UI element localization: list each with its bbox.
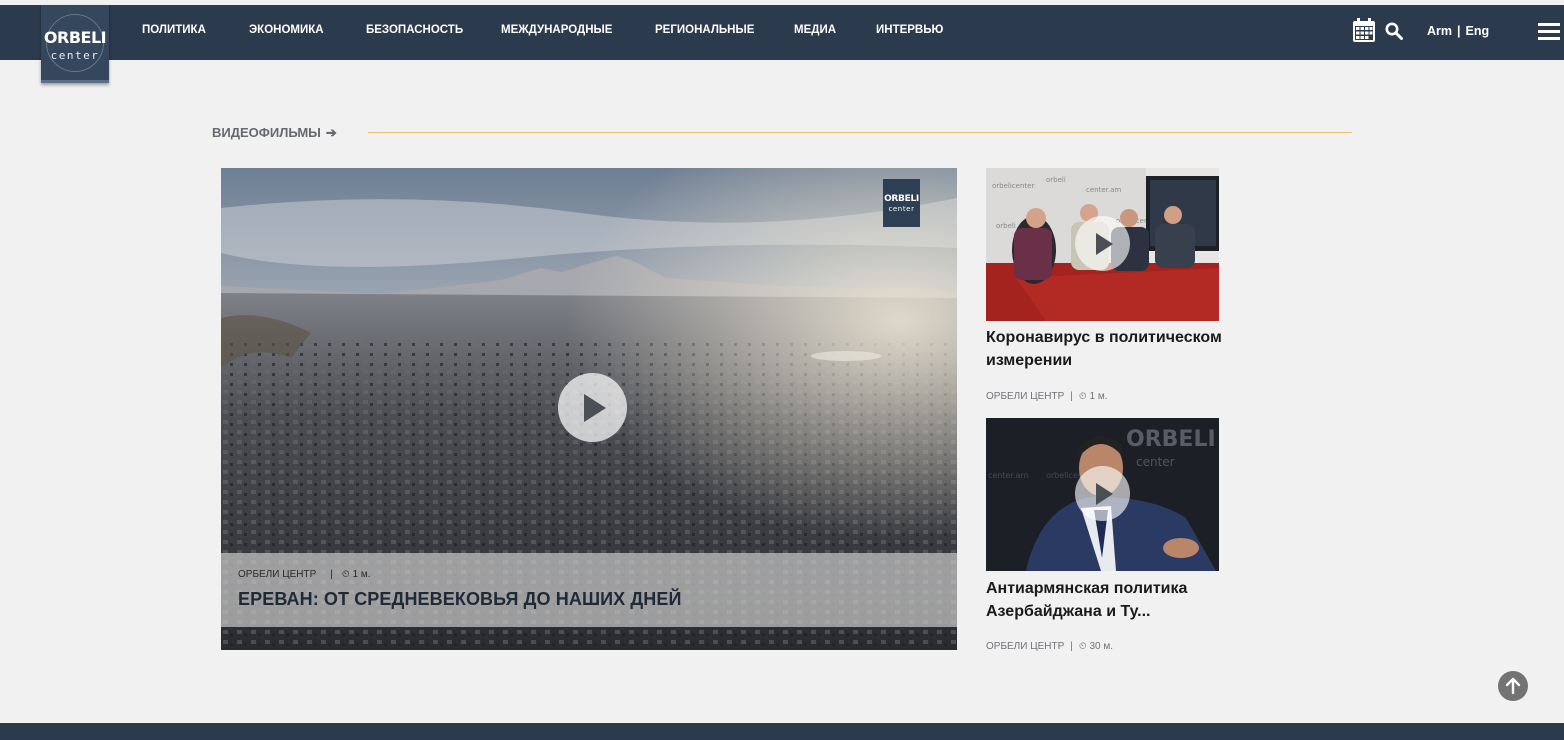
lang-eng-link[interactable]: Eng <box>1466 24 1490 38</box>
video-card-thumbnail[interactable]: ORBELI center center.am orbelicenter.am <box>986 418 1219 571</box>
meta-separator: | <box>1070 641 1073 652</box>
featured-time: 1 м. <box>352 569 371 580</box>
svg-text:orbelicenter: orbelicenter <box>992 182 1034 190</box>
svg-text:ORBELI: ORBELI <box>1126 427 1216 452</box>
logo-main-text: ORBELI <box>43 28 107 47</box>
play-icon <box>584 394 606 422</box>
badge-sub-text: center <box>888 205 915 213</box>
video-card-title[interactable]: Антиармянская политика Азербайджана и Ту… <box>986 577 1246 623</box>
search-icon[interactable] <box>1385 22 1403 40</box>
featured-meta: ОРБЕЛИ ЦЕНТР | ⏲ 1 м. <box>238 569 370 580</box>
svg-text:center.am: center.am <box>988 471 1028 480</box>
scroll-to-top-button[interactable] <box>1498 671 1528 701</box>
play-button[interactable] <box>1075 216 1130 271</box>
section-divider <box>368 132 1352 133</box>
lang-separator: | <box>1457 24 1461 38</box>
play-button[interactable] <box>558 373 627 442</box>
arrow-up-icon <box>1505 677 1521 695</box>
card-time: 1 м. <box>1089 391 1108 402</box>
meta-separator: | <box>330 569 333 580</box>
play-button[interactable] <box>1075 466 1130 521</box>
nav-item-economy[interactable]: ЭКОНОМИКА <box>249 24 324 36</box>
clock-icon: ⏲ <box>1078 391 1087 402</box>
featured-author: ОРБЕЛИ ЦЕНТР <box>238 569 317 580</box>
video-card-title[interactable]: Коронавирус в политическом измерении <box>986 326 1276 372</box>
site-logo[interactable]: ORBELI center <box>41 5 109 83</box>
arrow-right-icon: ➔ <box>325 125 337 140</box>
clock-icon: ⏲ <box>1078 641 1087 652</box>
footer-bar <box>0 723 1564 740</box>
lang-arm-link[interactable]: Arm <box>1427 24 1452 38</box>
nav-item-international[interactable]: МЕЖДУНАРОДНЫЕ <box>501 24 612 36</box>
section-title-link[interactable]: ВИДЕОФИЛЬМЫ ➔ <box>212 125 337 141</box>
video-card-meta: ОРБЕЛИ ЦЕНТР | ⏲ 1 м. <box>986 391 1107 402</box>
language-switcher: Arm | Eng <box>1427 24 1489 38</box>
card-author: ОРБЕЛИ ЦЕНТР <box>986 391 1065 402</box>
nav-item-politics[interactable]: ПОЛИТИКА <box>142 24 206 36</box>
section-title: ВИДЕОФИЛЬМЫ <box>212 125 321 140</box>
channel-badge: ORBELI center <box>883 179 920 227</box>
nav-item-security[interactable]: БЕЗОПАСНОСТЬ <box>366 24 463 36</box>
featured-title[interactable]: ЕРЕВАН: ОТ СРЕДНЕВЕКОВЬЯ ДО НАШИХ ДНЕЙ <box>238 589 682 610</box>
featured-video[interactable]: ORBELI center ОРБЕЛИ ЦЕНТР | ⏲ 1 м. ЕРЕВАН… <box>221 168 957 650</box>
badge-main-text: ORBELI <box>884 194 919 204</box>
calendar-icon[interactable] <box>1352 17 1376 43</box>
card-time: 30 м. <box>1089 641 1114 652</box>
play-icon <box>1096 233 1113 255</box>
menu-icon[interactable] <box>1538 23 1560 43</box>
top-navigation-bar: ПОЛИТИКА ЭКОНОМИКА БЕЗОПАСНОСТЬ МЕЖДУНАР… <box>0 5 1564 60</box>
svg-text:center: center <box>1136 455 1175 469</box>
nav-item-interview[interactable]: ИНТЕРВЬЮ <box>876 24 943 36</box>
card-author: ОРБЕЛИ ЦЕНТР <box>986 641 1065 652</box>
svg-text:orbeli: orbeli <box>996 222 1016 230</box>
video-card-meta: ОРБЕЛИ ЦЕНТР | ⏲ 30 м. <box>986 641 1113 652</box>
featured-caption: ОРБЕЛИ ЦЕНТР | ⏲ 1 м. ЕРЕВАН: ОТ СРЕДНЕВЕК… <box>221 553 957 627</box>
play-icon <box>1096 483 1113 505</box>
nav-item-media[interactable]: МЕДИА <box>794 24 836 36</box>
logo-sub-text: center <box>50 49 100 62</box>
video-card-thumbnail[interactable]: orbelicenterorbelicenter.am orbeliorbeli… <box>986 168 1219 321</box>
clock-icon: ⏲ <box>341 569 350 580</box>
nav-item-regional[interactable]: РЕГИОНАЛЬНЫЕ <box>655 24 754 36</box>
svg-text:center.am: center.am <box>1086 186 1121 194</box>
meta-separator: | <box>1070 391 1073 402</box>
svg-text:orbeli: orbeli <box>1046 176 1066 184</box>
